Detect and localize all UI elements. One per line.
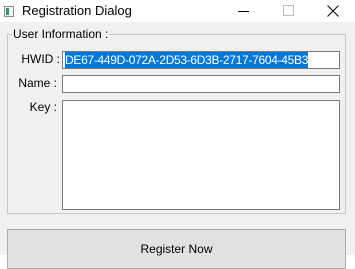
hwid-value-selected: DE67-449D-072A-2D53-6D3B-2717-7604-45B3 — [65, 52, 309, 68]
register-now-button[interactable]: Register Now — [7, 229, 346, 269]
app-icon — [4, 6, 14, 17]
maximize-button[interactable] — [266, 0, 312, 22]
close-icon — [327, 5, 339, 17]
close-button[interactable] — [309, 0, 355, 22]
group-legend: User Information : — [12, 27, 110, 41]
key-input[interactable] — [62, 100, 340, 210]
hwid-label: HWID : — [21, 52, 60, 66]
minimize-button[interactable] — [220, 0, 266, 22]
dialog-client-area: User Information : HWID : DE67-449D-072A… — [0, 22, 355, 269]
window-title: Registration Dialog — [22, 3, 132, 18]
name-label: Name : — [18, 76, 57, 90]
hwid-field[interactable]: DE67-449D-072A-2D53-6D3B-2717-7604-45B3 — [62, 51, 340, 69]
key-label: Key : — [29, 100, 57, 114]
title-bar[interactable]: Registration Dialog — [0, 0, 355, 22]
name-input[interactable] — [62, 75, 340, 93]
